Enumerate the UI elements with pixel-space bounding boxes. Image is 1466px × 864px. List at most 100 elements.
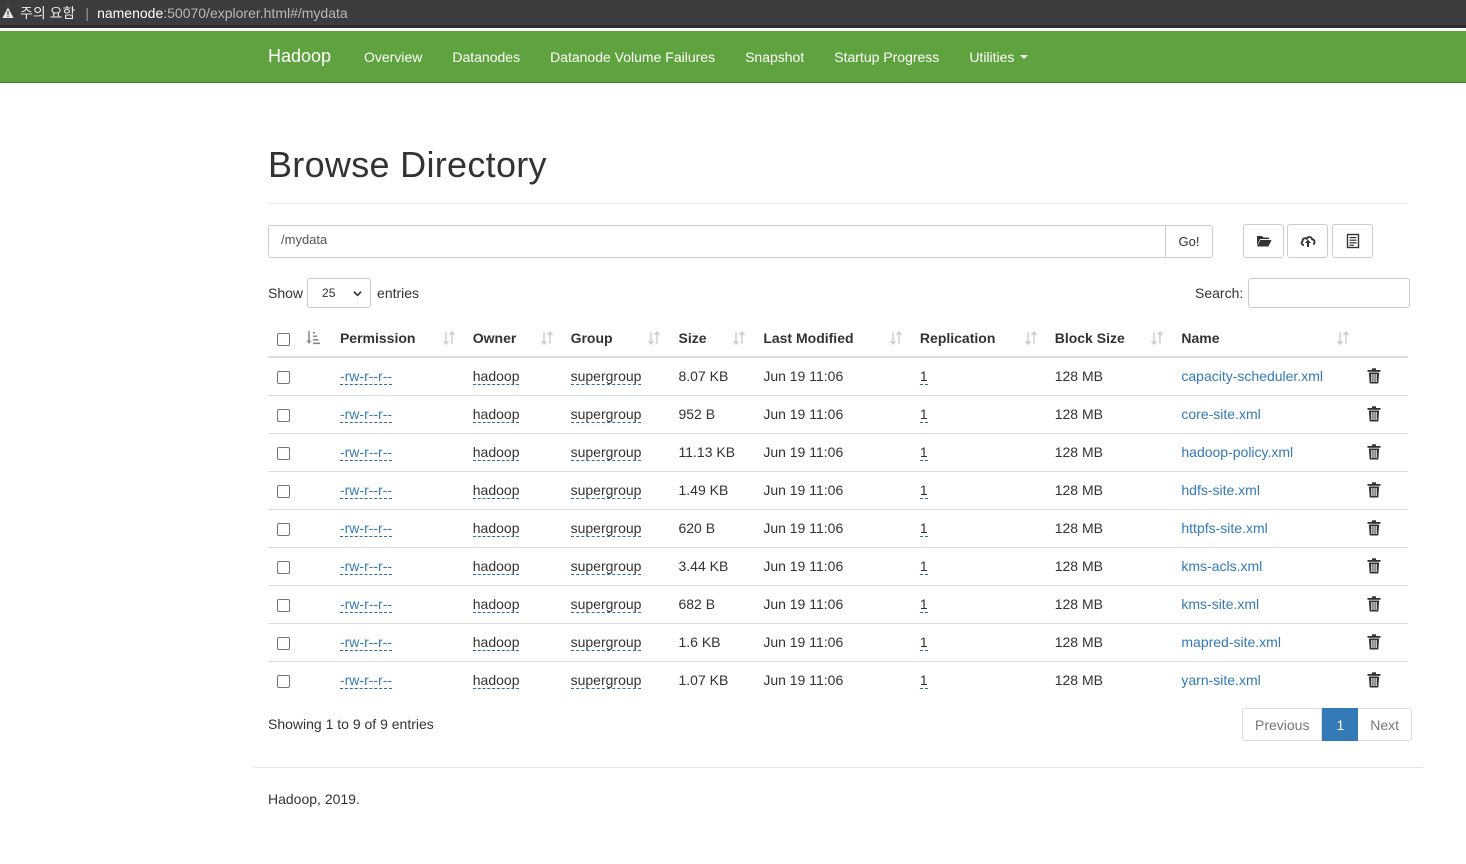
page-1-button[interactable]: 1 <box>1322 708 1359 741</box>
replication-link[interactable]: 1 <box>919 520 928 537</box>
group-link[interactable]: supergroup <box>570 406 642 423</box>
directory-path-input[interactable]: /mydata <box>268 225 1166 258</box>
header-size[interactable]: Size <box>670 320 756 358</box>
navbar-brand[interactable]: Hadoop <box>268 46 331 67</box>
header-block-size[interactable]: Block Size <box>1046 320 1174 358</box>
permission-link[interactable]: -rw-r--r-- <box>339 482 393 499</box>
file-name-link[interactable]: hdfs-site.xml <box>1181 482 1260 498</box>
replication-link[interactable]: 1 <box>919 444 928 461</box>
trash-icon[interactable] <box>1367 596 1381 612</box>
nav-startup-progress[interactable]: Startup Progress <box>819 31 954 83</box>
header-replication[interactable]: Replication <box>911 320 1047 358</box>
row-checkbox[interactable] <box>277 371 290 385</box>
permission-link[interactable]: -rw-r--r-- <box>339 634 393 651</box>
group-link[interactable]: supergroup <box>570 520 642 537</box>
page-length-select[interactable]: 25 <box>307 278 372 308</box>
row-checkbox[interactable] <box>277 636 290 650</box>
group-link[interactable]: supergroup <box>570 672 642 690</box>
permission-link[interactable]: -rw-r--r-- <box>339 672 393 690</box>
replication-link[interactable]: 1 <box>919 368 928 386</box>
browser-address-bar[interactable]: 주의 요함 | namenode:50070/explorer.html#/my… <box>0 0 1466 28</box>
permission-link[interactable]: -rw-r--r-- <box>339 558 393 575</box>
header-permission[interactable]: Permission <box>331 320 465 358</box>
group-link[interactable]: supergroup <box>570 368 642 386</box>
owner-link[interactable]: hadoop <box>472 558 520 575</box>
trash-icon[interactable] <box>1367 482 1381 498</box>
trash-icon[interactable] <box>1367 634 1381 650</box>
owner-link[interactable]: hadoop <box>472 368 520 386</box>
replication-link[interactable]: 1 <box>919 406 928 423</box>
permission-link[interactable]: -rw-r--r-- <box>339 596 393 613</box>
create-directory-button[interactable] <box>1243 224 1284 258</box>
row-checkbox[interactable] <box>277 484 290 498</box>
header-owner[interactable]: Owner <box>464 320 563 358</box>
row-checkbox[interactable] <box>277 675 290 689</box>
owner-link[interactable]: hadoop <box>472 406 520 423</box>
select-all-checkbox[interactable] <box>277 332 290 346</box>
delete-cell[interactable] <box>1358 660 1408 699</box>
sort-column-header[interactable] <box>298 320 332 358</box>
search-input[interactable] <box>1248 278 1411 308</box>
cut-paste-button[interactable] <box>1332 224 1373 258</box>
header-last-modified[interactable]: Last Modified <box>755 320 912 358</box>
delete-cell[interactable] <box>1359 357 1408 395</box>
header-name[interactable]: Name <box>1173 320 1359 358</box>
file-name-link[interactable]: mapred-site.xml <box>1181 634 1281 650</box>
owner-link[interactable]: hadoop <box>472 444 520 461</box>
owner-link[interactable]: hadoop <box>472 672 520 690</box>
replication-link[interactable]: 1 <box>919 634 928 651</box>
nav-utilities-dropdown[interactable]: Utilities <box>954 31 1043 83</box>
group-link[interactable]: supergroup <box>570 558 642 575</box>
permission-link[interactable]: -rw-r--r-- <box>339 406 393 423</box>
file-name-link[interactable]: kms-site.xml <box>1181 596 1259 612</box>
replication-link[interactable]: 1 <box>919 558 928 575</box>
file-name-link[interactable]: yarn-site.xml <box>1181 672 1260 688</box>
trash-icon[interactable] <box>1367 368 1381 384</box>
owner-link[interactable]: hadoop <box>472 520 520 537</box>
delete-cell[interactable] <box>1358 470 1408 509</box>
delete-cell[interactable] <box>1358 394 1408 433</box>
delete-cell[interactable] <box>1358 584 1408 623</box>
trash-icon[interactable] <box>1367 406 1381 422</box>
file-name-link[interactable]: httpfs-site.xml <box>1181 520 1267 536</box>
select-all-header[interactable] <box>268 320 298 358</box>
delete-cell[interactable] <box>1358 622 1408 661</box>
delete-cell[interactable] <box>1358 546 1408 585</box>
group-link[interactable]: supergroup <box>570 482 642 499</box>
owner-link[interactable]: hadoop <box>472 634 520 651</box>
previous-page-button[interactable]: Previous <box>1242 708 1323 741</box>
owner-link[interactable]: hadoop <box>472 482 520 499</box>
nav-datanode-volume-failures[interactable]: Datanode Volume Failures <box>535 31 730 83</box>
file-name-link[interactable]: hadoop-policy.xml <box>1181 444 1293 460</box>
permission-link[interactable]: -rw-r--r-- <box>339 520 393 537</box>
security-warning[interactable]: 주의 요함 <box>2 3 75 23</box>
replication-link[interactable]: 1 <box>919 672 928 690</box>
delete-cell[interactable] <box>1358 508 1408 547</box>
header-group[interactable]: Group <box>562 320 671 358</box>
next-page-button[interactable]: Next <box>1358 708 1413 741</box>
row-checkbox[interactable] <box>277 408 290 422</box>
file-name-link[interactable]: kms-acls.xml <box>1181 558 1262 574</box>
replication-link[interactable]: 1 <box>919 482 928 499</box>
permission-link[interactable]: -rw-r--r-- <box>339 368 393 386</box>
file-name-link[interactable]: core-site.xml <box>1181 406 1260 422</box>
trash-icon[interactable] <box>1367 672 1381 688</box>
trash-icon[interactable] <box>1367 520 1381 536</box>
upload-files-button[interactable] <box>1287 224 1328 258</box>
trash-icon[interactable] <box>1367 444 1381 460</box>
permission-link[interactable]: -rw-r--r-- <box>339 444 393 461</box>
file-name-link[interactable]: capacity-scheduler.xml <box>1181 368 1323 384</box>
nav-overview[interactable]: Overview <box>349 31 437 83</box>
row-checkbox[interactable] <box>277 560 290 574</box>
replication-link[interactable]: 1 <box>919 596 928 613</box>
owner-link[interactable]: hadoop <box>472 596 520 613</box>
go-button[interactable]: Go! <box>1166 225 1213 258</box>
trash-icon[interactable] <box>1367 558 1381 574</box>
group-link[interactable]: supergroup <box>570 596 642 613</box>
group-link[interactable]: supergroup <box>570 634 642 651</box>
nav-snapshot[interactable]: Snapshot <box>730 31 819 83</box>
nav-datanodes[interactable]: Datanodes <box>437 31 535 83</box>
delete-cell[interactable] <box>1358 432 1408 471</box>
group-link[interactable]: supergroup <box>570 444 642 461</box>
row-checkbox[interactable] <box>277 598 290 612</box>
